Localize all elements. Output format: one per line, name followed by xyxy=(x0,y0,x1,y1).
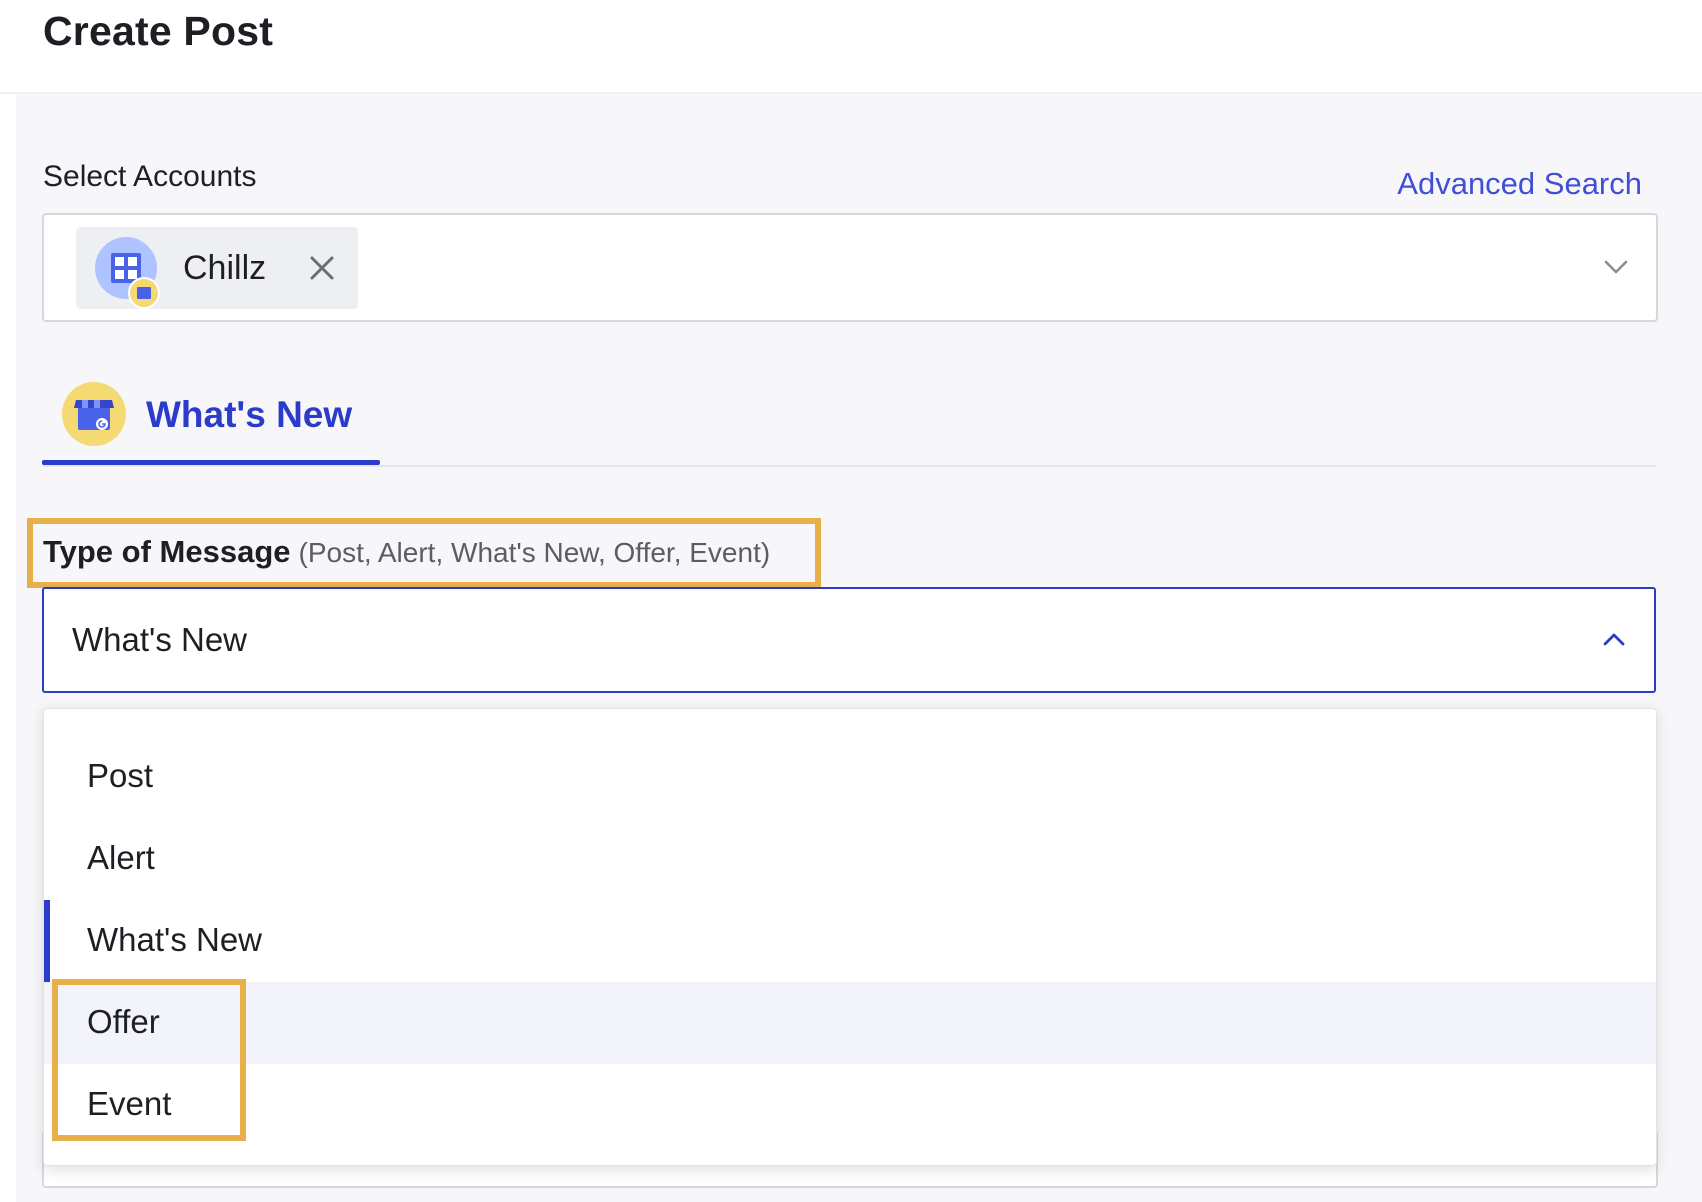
header: Create Post xyxy=(0,0,1702,94)
option-label: Alert xyxy=(87,839,155,876)
selected-indicator xyxy=(44,900,50,982)
tab-divider xyxy=(42,465,1656,467)
option-label: Post xyxy=(87,757,154,794)
close-icon[interactable] xyxy=(304,250,340,286)
option-alert[interactable]: Alert xyxy=(44,818,1656,900)
message-type-dropdown: Post Alert What's New Offer Event xyxy=(43,708,1657,1166)
advanced-search-link[interactable]: Advanced Search xyxy=(1397,166,1642,202)
accounts-select[interactable]: Chillz xyxy=(42,213,1658,322)
annotation-highlight-options xyxy=(52,979,246,1141)
tab-whats-new[interactable]: What's New xyxy=(42,380,380,466)
option-label: What's New xyxy=(87,921,263,958)
account-chip-label: Chillz xyxy=(183,249,267,287)
chevron-down-icon[interactable] xyxy=(1602,253,1630,281)
page-title: Create Post xyxy=(43,8,274,54)
account-chip[interactable]: Chillz xyxy=(76,227,358,309)
chevron-up-icon[interactable] xyxy=(1600,626,1628,654)
annotation-highlight-label xyxy=(27,518,821,588)
tab-label: What's New xyxy=(146,394,353,435)
option-whats-new[interactable]: What's New xyxy=(44,900,1656,982)
google-my-business-icon xyxy=(62,382,126,446)
message-type-value: What's New xyxy=(72,621,248,658)
select-accounts-label: Select Accounts xyxy=(43,160,257,193)
option-post[interactable]: Post xyxy=(44,736,1656,818)
option-offer[interactable]: Offer xyxy=(44,982,1656,1064)
message-type-select[interactable]: What's New xyxy=(42,587,1656,693)
option-event[interactable]: Event xyxy=(44,1064,1656,1146)
gmb-badge-icon xyxy=(128,277,160,309)
